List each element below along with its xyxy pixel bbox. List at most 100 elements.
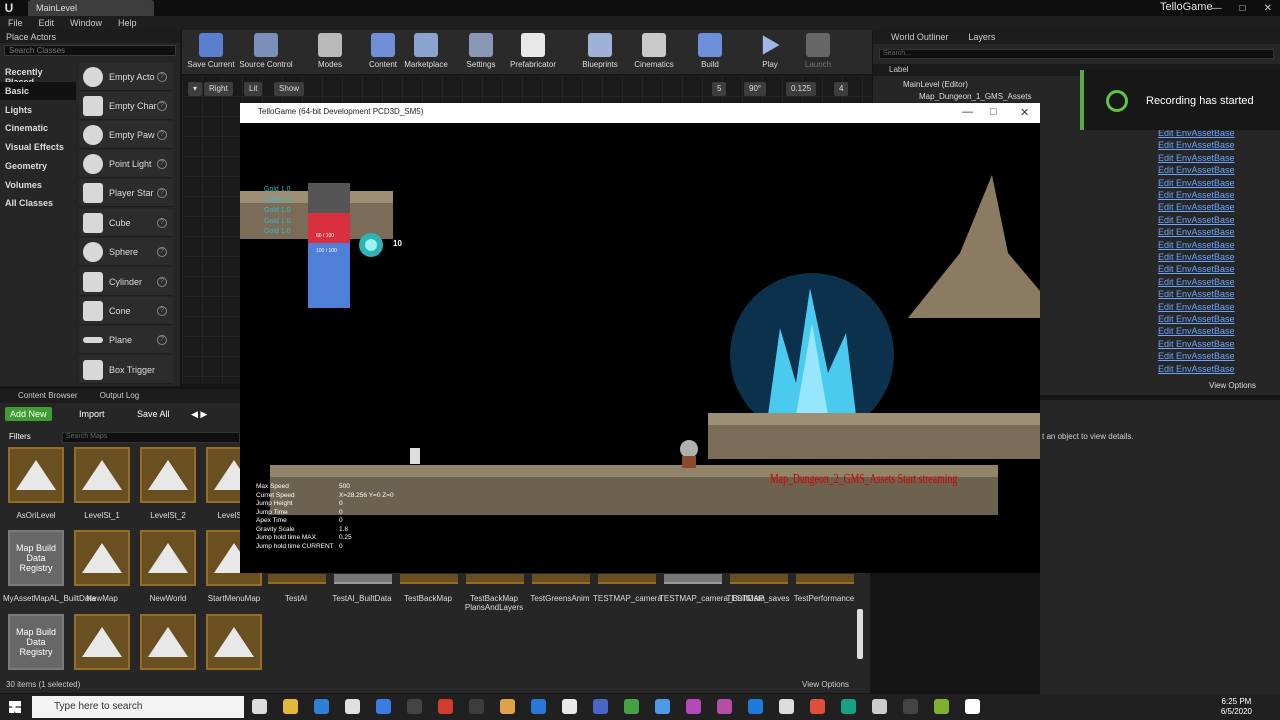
help-icon[interactable]: ? [157, 217, 167, 228]
rotation-snap-value[interactable]: 90° [744, 82, 767, 96]
map-asset[interactable] [466, 574, 524, 584]
view-right-button[interactable]: Right [204, 82, 233, 96]
windows-start-icon[interactable] [9, 701, 21, 713]
help-icon[interactable]: ? [157, 334, 167, 345]
map-asset[interactable] [334, 574, 392, 584]
taskbar-app-icon[interactable] [872, 699, 887, 714]
menu-edit[interactable]: Edit [39, 18, 55, 28]
actor-cube[interactable]: Cube? [79, 209, 173, 237]
taskbar-app-icon[interactable] [283, 699, 298, 714]
save-current-button[interactable]: Save Current [186, 33, 236, 73]
outliner-row-mainlevel[interactable]: MainLevel (Editor) [903, 80, 968, 89]
actor-empty-pawn[interactable]: Empty Paw? [79, 121, 173, 149]
modes-button[interactable]: Modes [308, 33, 352, 73]
map-build-data-asset[interactable]: Map Build Data Registry [8, 530, 64, 586]
build-button[interactable]: Build [692, 33, 728, 73]
actor-plane[interactable]: Plane? [79, 326, 173, 354]
actor-box-trigger[interactable]: Box Trigger [79, 356, 173, 384]
map-asset[interactable] [74, 530, 130, 586]
filters-button[interactable]: Filters [4, 430, 36, 444]
taskbar-app-icon[interactable] [438, 699, 453, 714]
taskbar-app-icon[interactable] [624, 699, 639, 714]
edit-env-asset-link[interactable]: Edit EnvAssetBase [1158, 227, 1235, 237]
help-icon[interactable]: ? [157, 158, 167, 169]
actor-empty-character[interactable]: Empty Char? [79, 92, 173, 120]
level-tab[interactable]: MainLevel [28, 0, 154, 16]
source-control-button[interactable]: Source Control [238, 33, 294, 73]
edit-env-asset-link[interactable]: Edit EnvAssetBase [1158, 351, 1235, 361]
map-asset[interactable] [598, 574, 656, 584]
edit-env-asset-link[interactable]: Edit EnvAssetBase [1158, 364, 1235, 374]
category-lights[interactable]: Lights [0, 101, 76, 119]
taskbar-app-icon[interactable] [314, 699, 329, 714]
help-icon[interactable]: ? [157, 129, 167, 140]
help-icon[interactable]: ? [157, 100, 167, 111]
tab-content-browser[interactable]: Content Browser [18, 391, 78, 401]
edit-env-asset-link[interactable]: Edit EnvAssetBase [1158, 289, 1235, 299]
close-icon[interactable]: ✕ [1264, 3, 1272, 14]
category-basic[interactable]: Basic [0, 82, 76, 100]
map-asset[interactable] [74, 447, 130, 503]
edit-env-asset-link[interactable]: Edit EnvAssetBase [1158, 202, 1235, 212]
help-icon[interactable]: ? [157, 305, 167, 316]
actor-point-light[interactable]: Point Light? [79, 150, 173, 178]
outliner-row-map-dungeon-1[interactable]: Map_Dungeon_1_GMS_Assets [919, 92, 1032, 101]
taskbar-app-icon[interactable] [655, 699, 670, 714]
menu-file[interactable]: File [8, 18, 23, 28]
prefabricator-button[interactable]: Prefabricator [508, 33, 558, 73]
map-asset[interactable] [400, 574, 458, 584]
taskbar-app-icon[interactable] [934, 699, 949, 714]
taskbar-app-icon[interactable] [965, 699, 980, 714]
actor-sphere[interactable]: Sphere? [79, 238, 173, 266]
category-cinematic[interactable]: Cinematic [0, 119, 76, 137]
outliner-view-options[interactable]: View Options [1209, 381, 1256, 390]
edit-env-asset-link[interactable]: Edit EnvAssetBase [1158, 240, 1235, 250]
search-classes-input[interactable]: Search Classes [4, 45, 176, 56]
lit-button[interactable]: Lit [244, 82, 263, 96]
taskbar-app-icon[interactable] [841, 699, 856, 714]
tab-world-outliner[interactable]: World Outliner [891, 32, 948, 42]
menu-window[interactable]: Window [70, 18, 102, 28]
taskbar-app-icon[interactable] [407, 699, 422, 714]
map-asset[interactable] [664, 574, 722, 584]
edit-env-asset-link[interactable]: Edit EnvAssetBase [1158, 326, 1235, 336]
add-new-button[interactable]: Add New [5, 407, 52, 421]
map-asset[interactable] [268, 574, 326, 584]
edit-env-asset-link[interactable]: Edit EnvAssetBase [1158, 252, 1235, 262]
taskbar-app-icon[interactable] [810, 699, 825, 714]
taskbar-app-icon[interactable] [779, 699, 794, 714]
actor-cylinder[interactable]: Cylinder? [79, 268, 173, 296]
edit-env-asset-link[interactable]: Edit EnvAssetBase [1158, 302, 1235, 312]
edit-env-asset-link[interactable]: Edit EnvAssetBase [1158, 339, 1235, 349]
help-icon[interactable]: ? [157, 71, 167, 82]
settings-button[interactable]: Settings [460, 33, 502, 73]
launch-button[interactable]: Launch [800, 33, 836, 73]
import-button[interactable]: Import [74, 407, 110, 421]
play-button[interactable]: Play [752, 33, 788, 73]
taskbar-search-input[interactable]: Type here to search [32, 696, 244, 718]
menu-help[interactable]: Help [118, 18, 137, 28]
map-asset[interactable] [140, 530, 196, 586]
camera-speed-value[interactable]: 4 [834, 82, 849, 96]
tab-output-log[interactable]: Output Log [100, 391, 140, 401]
content-button[interactable]: Content [362, 33, 404, 73]
edit-env-asset-link[interactable]: Edit EnvAssetBase [1158, 264, 1235, 274]
map-asset[interactable] [796, 574, 854, 584]
blueprints-button[interactable]: Blueprints [576, 33, 624, 73]
map-asset[interactable] [74, 614, 130, 670]
map-asset[interactable] [730, 574, 788, 584]
game-close-icon[interactable]: ✕ [1020, 106, 1029, 119]
system-clock[interactable]: 6:25 PM 6/5/2020 [1221, 697, 1252, 717]
taskbar-app-icon[interactable] [717, 699, 732, 714]
viewport-menu-icon[interactable]: ▾ [188, 82, 203, 96]
map-asset[interactable] [140, 614, 196, 670]
taskbar-app-icon[interactable] [748, 699, 763, 714]
taskbar-app-icon[interactable] [500, 699, 515, 714]
game-minimize-icon[interactable]: — [962, 106, 973, 118]
taskbar-app-icon[interactable] [252, 699, 267, 714]
grid-snap-value[interactable]: 5 [712, 82, 727, 96]
taskbar-app-icon[interactable] [531, 699, 546, 714]
map-asset[interactable] [532, 574, 590, 584]
actor-cone[interactable]: Cone? [79, 297, 173, 325]
help-icon[interactable]: ? [157, 276, 167, 287]
